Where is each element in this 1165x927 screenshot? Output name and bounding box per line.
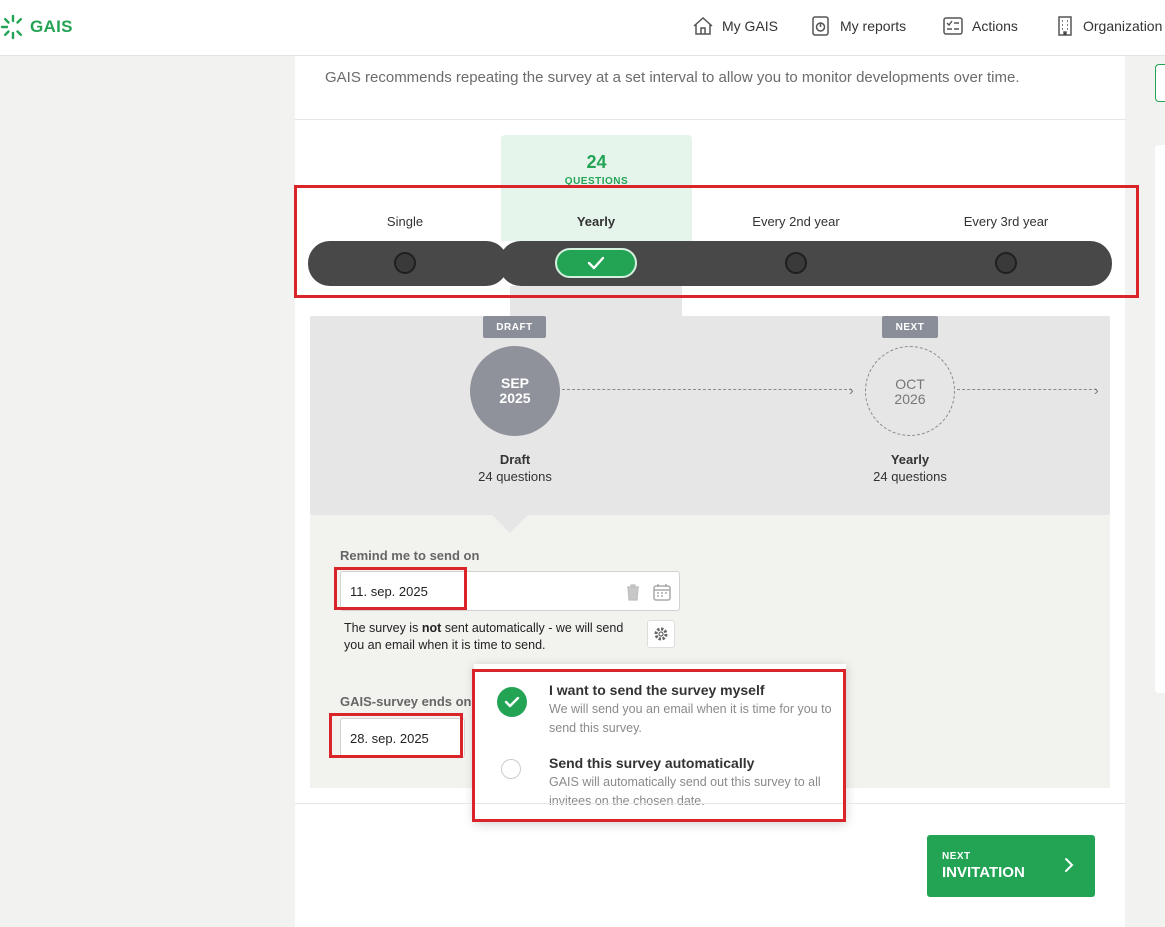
- home-icon: [693, 16, 713, 35]
- intro-text: GAIS recommends repeating the survey at …: [325, 69, 1020, 86]
- logo[interactable]: GAIS: [0, 14, 73, 40]
- next-invitation-button[interactable]: NEXT INVITATION: [927, 835, 1095, 897]
- question-count: 24: [586, 152, 607, 172]
- current-node-subtitle: 24 questions: [478, 469, 552, 484]
- timeline-panel: [310, 316, 1110, 515]
- send-settings-button[interactable]: [647, 620, 675, 648]
- next-button-label: INVITATION: [942, 864, 1025, 881]
- remind-date-highlight-box: [334, 567, 467, 610]
- top-bar: GAIS My GAIS My reports Actions Organiza…: [0, 0, 1165, 56]
- next-survey-node[interactable]: OCT 2026: [865, 346, 955, 436]
- next-month: OCT: [895, 376, 925, 392]
- nav-actions[interactable]: Actions: [942, 14, 1018, 38]
- current-month: SEP: [500, 375, 529, 391]
- nav-my-reports[interactable]: My reports: [810, 14, 906, 38]
- frequency-highlight-box: [294, 185, 1139, 298]
- remind-label: Remind me to send on: [340, 548, 480, 563]
- gais-logo-icon: [0, 14, 22, 40]
- actions-icon: [943, 17, 963, 35]
- calendar-icon[interactable]: [652, 582, 672, 602]
- next-node-subtitle: 24 questions: [873, 469, 947, 484]
- logo-text: GAIS: [30, 17, 73, 36]
- report-icon: [812, 16, 829, 36]
- side-panel-toggle[interactable]: [1155, 64, 1165, 102]
- chevron-right-icon: ›: [1094, 382, 1099, 398]
- next-tag: NEXT: [882, 316, 938, 338]
- draft-tag: DRAFT: [483, 316, 546, 338]
- chevron-right-icon: ›: [849, 382, 854, 398]
- nav-organization[interactable]: Organization: [1055, 14, 1162, 38]
- send-help-bold: not: [421, 621, 442, 635]
- side-panel-edge: [1155, 145, 1165, 693]
- nav-my-gais-label: My GAIS: [722, 18, 779, 34]
- nav-my-reports-label: My reports: [840, 18, 907, 34]
- gear-icon: [654, 627, 668, 641]
- send-help-text: The survey is not sent automatically - w…: [344, 620, 634, 654]
- chevron-right-icon: [1065, 858, 1074, 872]
- send-options-highlight-box: [472, 669, 846, 822]
- current-node-title: Draft: [499, 452, 531, 467]
- ends-label: GAIS-survey ends on: [340, 694, 472, 709]
- ends-date-highlight-box: [329, 713, 463, 758]
- current-year: 2025: [499, 390, 531, 406]
- next-button-small: NEXT: [942, 851, 971, 862]
- trash-icon[interactable]: [625, 583, 641, 601]
- timeline-dash: [562, 389, 852, 390]
- send-help-prefix: The survey is: [344, 621, 422, 635]
- next-node-title: Yearly: [890, 452, 930, 467]
- nav-organization-label: Organization: [1083, 18, 1163, 34]
- current-survey-node[interactable]: SEP 2025: [470, 346, 560, 436]
- building-icon: [1058, 16, 1072, 36]
- panel-notch: [492, 515, 528, 533]
- nav-actions-label: Actions: [972, 18, 1018, 34]
- nav-my-gais[interactable]: My GAIS: [692, 14, 778, 38]
- divider: [295, 119, 1125, 120]
- next-year: 2026: [894, 391, 926, 407]
- timeline-dash: [957, 389, 1097, 390]
